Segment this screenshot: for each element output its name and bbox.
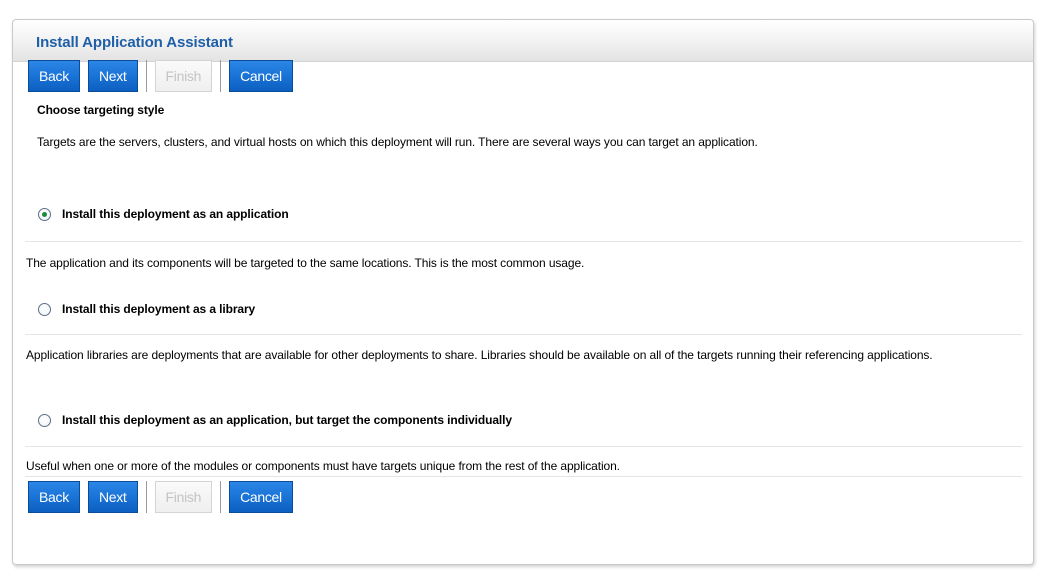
option-description: The application and its components will … bbox=[26, 256, 585, 270]
next-button[interactable]: Next bbox=[87, 60, 138, 92]
divider bbox=[25, 446, 1022, 447]
radio-button-selected[interactable] bbox=[38, 207, 51, 221]
top-toolbar: Back Next Finish Cancel bbox=[28, 60, 301, 92]
option-label[interactable]: Install this deployment as a library bbox=[62, 302, 255, 316]
toolbar-separator bbox=[220, 481, 222, 513]
toolbar-separator bbox=[145, 60, 147, 92]
divider bbox=[25, 334, 1022, 335]
next-button[interactable]: Next bbox=[87, 481, 138, 513]
intro-text: Targets are the servers, clusters, and v… bbox=[37, 135, 758, 149]
finish-button[interactable]: Finish bbox=[154, 60, 213, 92]
option-label[interactable]: Install this deployment as an applicatio… bbox=[62, 413, 512, 427]
back-button[interactable]: Back bbox=[28, 60, 80, 92]
panel-header: Install Application Assistant bbox=[13, 20, 1033, 62]
option-application[interactable]: Install this deployment as an applicatio… bbox=[38, 207, 289, 221]
divider bbox=[25, 476, 1022, 477]
page-title: Install Application Assistant bbox=[36, 34, 233, 51]
toolbar-separator bbox=[145, 481, 147, 513]
option-label[interactable]: Install this deployment as an applicatio… bbox=[62, 207, 289, 221]
back-button[interactable]: Back bbox=[28, 481, 80, 513]
finish-button[interactable]: Finish bbox=[154, 481, 213, 513]
option-individual-components[interactable]: Install this deployment as an applicatio… bbox=[38, 413, 512, 427]
option-description: Application libraries are deployments th… bbox=[26, 348, 933, 362]
bottom-toolbar: Back Next Finish Cancel bbox=[28, 481, 301, 513]
toolbar-separator bbox=[220, 60, 222, 92]
radio-button[interactable] bbox=[38, 413, 51, 427]
option-library[interactable]: Install this deployment as a library bbox=[38, 302, 255, 316]
divider bbox=[25, 241, 1022, 242]
radio-button[interactable] bbox=[38, 302, 51, 316]
cancel-button[interactable]: Cancel bbox=[229, 60, 293, 92]
option-description: Useful when one or more of the modules o… bbox=[26, 459, 620, 473]
cancel-button[interactable]: Cancel bbox=[229, 481, 293, 513]
section-heading: Choose targeting style bbox=[37, 103, 165, 117]
